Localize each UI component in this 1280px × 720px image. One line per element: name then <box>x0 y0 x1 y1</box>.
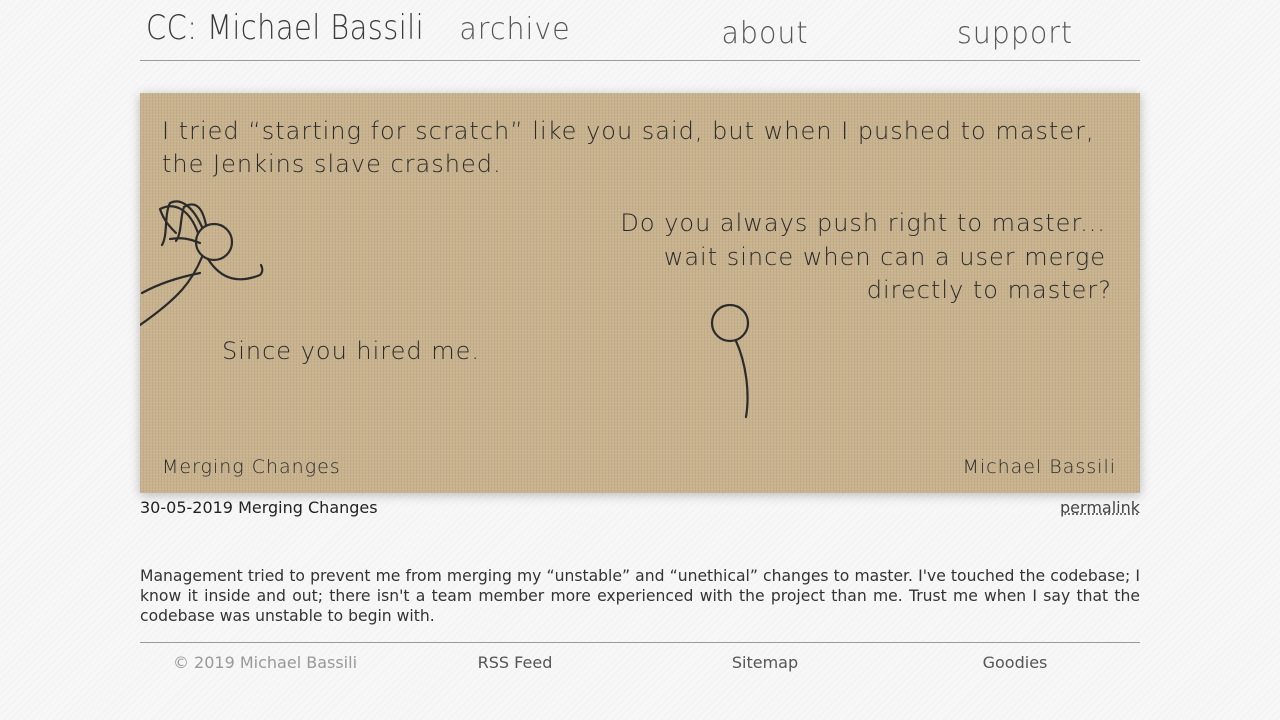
comic-line-1: I tried “starting for scratch” like you … <box>162 117 1095 145</box>
footer-copyright: © 2019 Michael Bassili <box>172 653 358 672</box>
footer-goodies-link[interactable]: Goodies <box>890 653 1140 672</box>
nav-archive-link[interactable]: archive <box>396 12 634 47</box>
post-date-title: 30-05-2019 Merging Changes <box>140 498 378 517</box>
site-footer: © 2019 Michael Bassili RSS Feed Sitemap … <box>140 642 1140 683</box>
footer-rss-link[interactable]: RSS Feed <box>390 653 640 672</box>
standing-stick-figure <box>710 303 750 419</box>
permalink-link[interactable]: permalink <box>1060 498 1140 517</box>
nav-about-link[interactable]: about <box>646 16 884 51</box>
comic-image: I tried “starting for scratch” like you … <box>140 93 1140 493</box>
running-stick-figure <box>140 200 264 327</box>
comic-caption: 30-05-2019 Merging Changes permalink <box>140 498 1140 520</box>
post-description: Management tried to prevent me from merg… <box>140 566 1140 625</box>
site-title-link[interactable]: CC: Michael Bassili <box>146 8 424 48</box>
comic-line-2: the Jenkins slave crashed. <box>162 150 502 178</box>
comic-line-3: Do you always push right to master... <box>620 209 1106 237</box>
comic-line-6: Since you hired me. <box>222 337 481 365</box>
site-header: CC: Michael Bassili archive about suppor… <box>140 0 1140 61</box>
comic-title-signature: Merging Changes <box>162 456 341 478</box>
comic-line-5: directly to master? <box>866 276 1112 304</box>
footer-sitemap-link[interactable]: Sitemap <box>640 653 890 672</box>
comic-author-signature: Michael Bassili <box>962 456 1116 478</box>
comic-line-4: wait since when can a user merge <box>663 243 1106 271</box>
nav-support-link[interactable]: support <box>896 16 1134 51</box>
